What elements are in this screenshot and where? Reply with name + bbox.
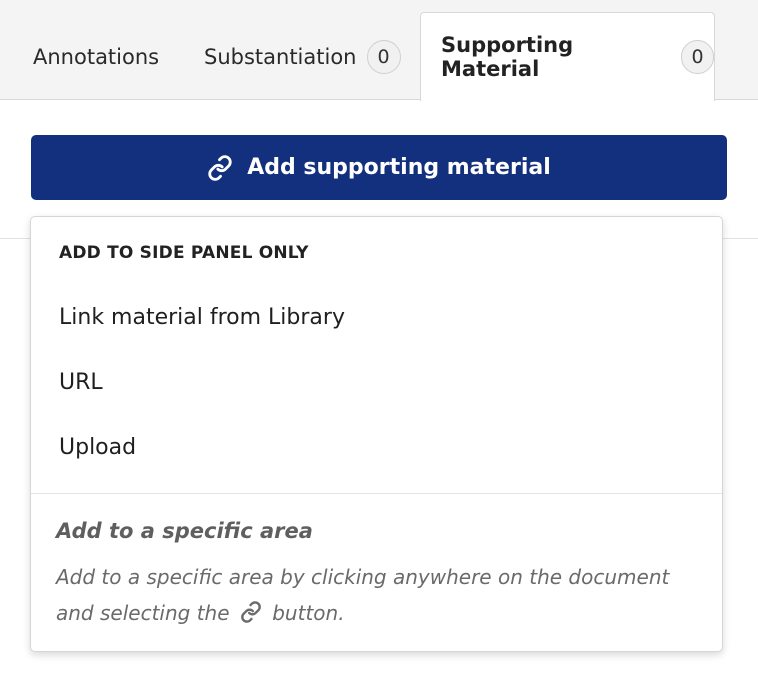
count-badge: 0 — [681, 40, 714, 74]
add-material-dropdown: ADD TO SIDE PANEL ONLY Link material fro… — [30, 216, 723, 652]
menu-item-upload[interactable]: Upload — [59, 435, 136, 460]
tab-supporting-material[interactable]: Supporting Material 0 — [420, 12, 715, 101]
count-badge: 0 — [366, 40, 401, 74]
tab-substantiation[interactable]: Substantiation 0 — [204, 37, 401, 77]
specific-desc-text-end: button. — [272, 601, 345, 625]
menu-divider — [31, 493, 722, 494]
specific-area-title: Add to a specific area — [56, 519, 313, 543]
section-header: ADD TO SIDE PANEL ONLY — [59, 243, 309, 263]
tab-bar: Annotations Substantiation 0 Supporting … — [0, 0, 758, 101]
tab-label: Annotations — [33, 45, 160, 69]
add-button-label: Add supporting material — [247, 155, 551, 180]
tab-label: Supporting Material — [441, 33, 574, 81]
specific-area-description: Add to a specific area by clicking anywh… — [56, 559, 706, 634]
specific-desc-text: Add to a specific area by clicking anywh… — [56, 565, 670, 625]
menu-item-url[interactable]: URL — [59, 370, 103, 395]
link-icon — [240, 598, 262, 634]
tab-annotations[interactable]: Annotations — [33, 37, 159, 77]
menu-item-link-library[interactable]: Link material from Library — [59, 305, 345, 330]
tab-label: Substantiation — [204, 45, 357, 69]
link-icon — [207, 154, 233, 181]
add-supporting-material-button[interactable]: Add supporting material — [31, 135, 727, 200]
